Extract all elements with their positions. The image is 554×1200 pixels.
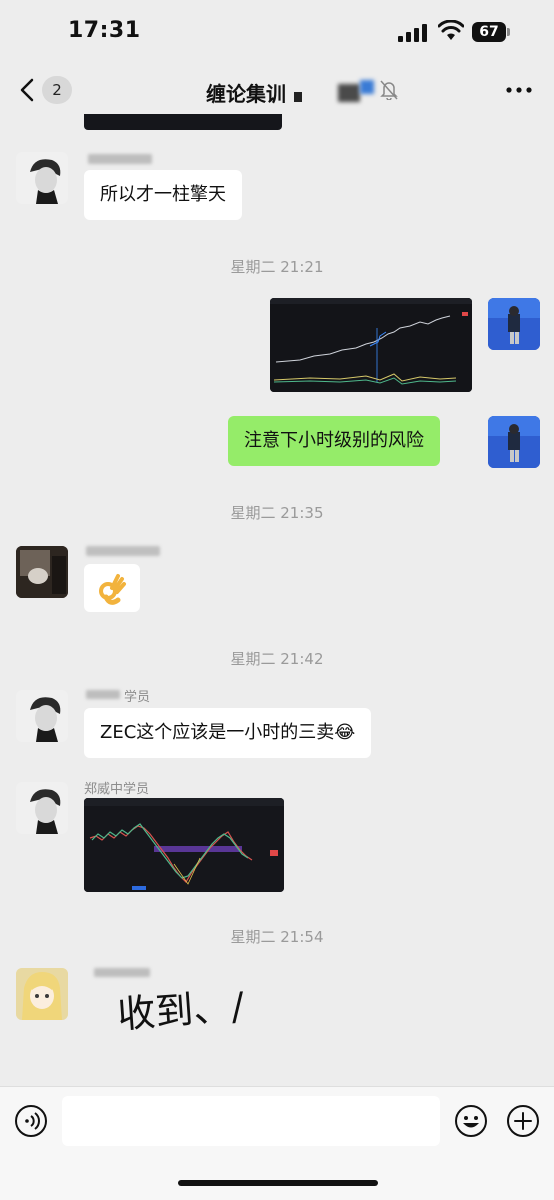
my-avatar[interactable] xyxy=(488,298,540,350)
home-indicator xyxy=(178,1180,378,1186)
mute-bell-icon xyxy=(380,80,398,100)
emoji-icon[interactable] xyxy=(454,1104,488,1138)
my-message-bubble[interactable]: 注意下小时级别的风险 xyxy=(228,416,440,466)
sender-name-suffix: 学员 xyxy=(124,690,151,705)
cellular-signal-icon xyxy=(398,24,427,42)
battery-indicator: 67 xyxy=(472,22,512,42)
aquarium-photo-icon xyxy=(488,416,540,468)
price-chart-thumbnail xyxy=(270,298,472,392)
unread-count-badge[interactable]: 2 xyxy=(42,76,72,104)
sender-name-blurred xyxy=(94,968,150,977)
my-avatar[interactable] xyxy=(488,416,540,468)
more-options-icon[interactable] xyxy=(506,87,532,93)
title-blur-mark xyxy=(338,84,360,102)
chat-title[interactable]: 缠论集训 xyxy=(206,78,286,107)
battery-tip xyxy=(507,28,510,36)
candlestick-chart-thumbnail xyxy=(84,798,284,892)
timestamp-separator: 星期二 21:54 xyxy=(230,928,324,946)
handwritten-image-message[interactable]: 收到、/ xyxy=(84,982,264,1086)
man-portrait-icon xyxy=(16,152,68,204)
timestamp-separator: 星期二 21:35 xyxy=(230,504,324,522)
wifi-icon xyxy=(438,20,464,40)
sender-name-blurred xyxy=(86,546,160,556)
message-bubble[interactable] xyxy=(84,564,140,612)
message-input[interactable] xyxy=(62,1096,440,1146)
avatar[interactable] xyxy=(16,152,68,204)
previous-image-message[interactable] xyxy=(84,114,282,130)
anime-girl-avatar-icon xyxy=(16,968,68,1020)
man-portrait-icon xyxy=(16,782,68,834)
sender-name: 郑威中学员 xyxy=(84,782,150,797)
car-interior-photo-icon xyxy=(16,546,68,598)
sender-name-blurred xyxy=(86,690,120,699)
status-time: 17:31 xyxy=(68,18,141,43)
title-blur-mark xyxy=(360,80,374,94)
handwriting-image: 收到、/ xyxy=(116,984,246,1037)
back-chevron-icon[interactable] xyxy=(18,78,38,102)
chart-image-message[interactable] xyxy=(84,798,284,892)
chart-image-message[interactable] xyxy=(270,298,472,392)
message-bubble[interactable]: 所以才一柱擎天 xyxy=(84,170,242,220)
timestamp-separator: 星期二 21:21 xyxy=(230,258,324,276)
avatar[interactable] xyxy=(16,782,68,834)
battery-level: 67 xyxy=(472,22,506,42)
handwritten-text: 收到、/ xyxy=(116,984,246,1037)
avatar[interactable] xyxy=(16,968,68,1020)
ok-hand-emoji-icon xyxy=(99,574,126,605)
man-portrait-icon xyxy=(16,690,68,742)
message-bubble[interactable]: ZEC这个应该是一小时的三卖😂 xyxy=(84,708,372,758)
aquarium-photo-icon xyxy=(488,298,540,350)
title-blur-mark xyxy=(294,92,302,102)
avatar[interactable] xyxy=(16,546,68,598)
add-attachment-icon[interactable] xyxy=(506,1104,540,1138)
timestamp-separator: 星期二 21:42 xyxy=(230,650,324,668)
voice-input-icon[interactable] xyxy=(14,1104,48,1138)
avatar[interactable] xyxy=(16,690,68,742)
sender-name-blurred xyxy=(88,154,152,164)
